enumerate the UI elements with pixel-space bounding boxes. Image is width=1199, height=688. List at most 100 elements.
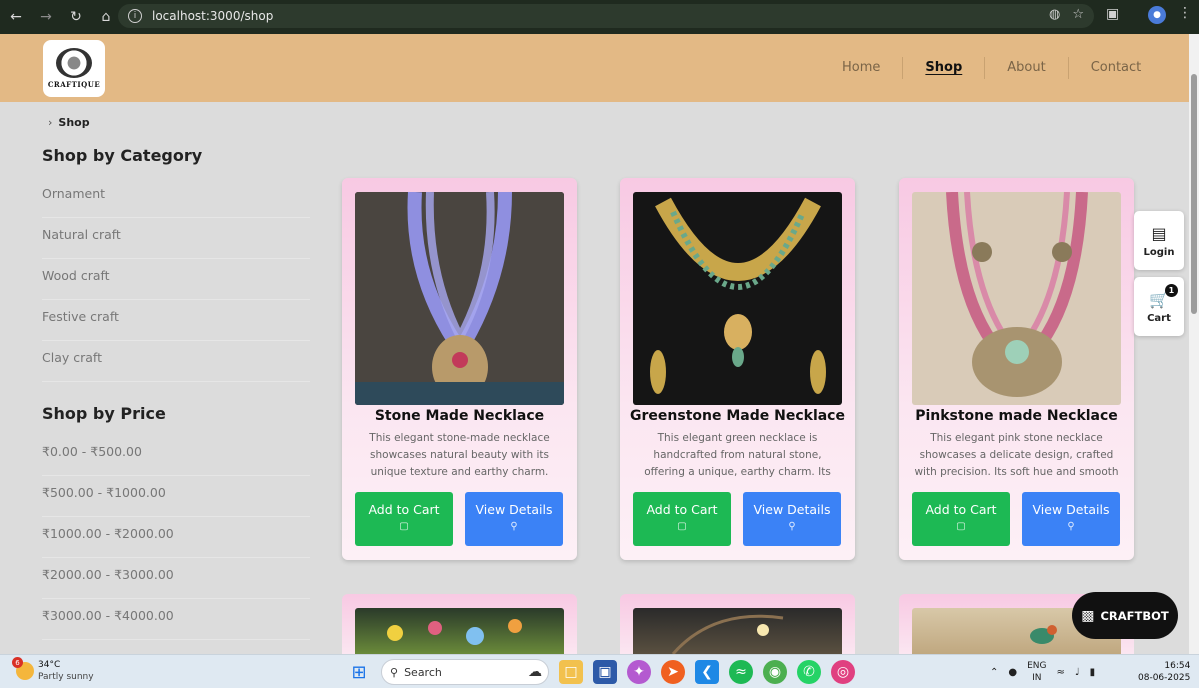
site-logo[interactable]: CRAFTIQUE [43,40,105,97]
product-title: Greenstone Made Necklace [630,408,845,424]
product-description: This elegant green necklace is handcraft… [644,432,831,478]
view-details-button[interactable]: View Details ⚲ [743,492,841,546]
scrollbar-thumb[interactable] [1191,74,1197,314]
nav-home[interactable]: Home [820,56,902,79]
price-item[interactable]: ₹0.00 - ₹500.00 [42,435,310,476]
weather-widget[interactable]: 6 34°C Partly sunny [12,657,94,683]
copilot-icon[interactable]: ✦ [627,660,651,684]
file-explorer-icon[interactable]: □ [559,660,583,684]
browser-toolbar: ← → ↻ ⌂ i localhost:3000/shop ◍ ☆ ▣ ● ⋮ [0,0,1199,34]
search-icon: ⚲ [390,665,399,679]
product-image[interactable] [355,608,564,654]
view-details-button[interactable]: View Details ⚲ [1022,492,1120,546]
magnifier-icon: ⚲ [1067,521,1075,532]
battery-icon[interactable]: ▮ [1090,667,1096,678]
add-to-cart-button[interactable]: Add to Cart ▢ [633,492,731,546]
weather-condition: Partly sunny [38,672,94,682]
app-icon[interactable]: ▣ [593,660,617,684]
eye-off-icon[interactable]: ◍ [1049,7,1060,22]
price-item[interactable]: ₹2000.00 - ₹3000.00 [42,558,310,599]
back-icon[interactable]: ← [2,3,30,31]
extensions-icon[interactable]: ▣ [1106,6,1119,22]
logo-text: CRAFTIQUE [47,80,101,89]
category-item[interactable]: Ornament [42,177,310,218]
spotify-icon[interactable]: ≈ [729,660,753,684]
search-highlight-icon: ☁ [528,664,542,680]
brave-icon[interactable]: ➤ [661,660,685,684]
magnifier-icon: ⚲ [510,521,518,532]
forward-icon[interactable]: → [32,3,60,31]
product-card [620,594,855,654]
weather-icon: 6 [12,657,34,680]
temperature: 34°C [38,660,61,670]
taskbar: 6 34°C Partly sunny ⊞ ⚲ Search ☁ □ ▣ ✦ ➤… [0,654,1199,688]
product-image[interactable] [355,192,564,405]
chrome-icon[interactable]: ◉ [763,660,787,684]
price-item[interactable]: ₹3000.00 - ₹4000.00 [42,599,310,640]
site-header: CRAFTIQUE Home Shop About Contact [0,34,1189,102]
sidebar: Shop by Category Ornament Natural craft … [42,146,310,640]
product-description: This elegant pink stone necklace showcas… [914,432,1119,478]
cart-icon: ▢ [956,521,966,532]
page-scrollbar[interactable] [1189,34,1199,654]
bookmark-star-icon[interactable]: ☆ [1072,7,1084,22]
cart-button[interactable]: 🛒 1 Cart [1134,277,1184,336]
cart-icon: ▢ [677,521,687,532]
date: 08-06-2025 [1138,673,1191,683]
chevron-right-icon: › [48,116,53,129]
menu-icon[interactable]: ⋮ [1178,5,1192,21]
price-item[interactable]: ₹500.00 - ₹1000.00 [42,476,310,517]
login-button[interactable]: ▤ Login [1134,211,1184,270]
product-image[interactable] [633,608,842,654]
robot-icon: ▩ [1081,607,1095,624]
cart-icon: ▢ [399,521,409,532]
category-item[interactable]: Wood craft [42,259,310,300]
price-item[interactable]: ₹1000.00 - ₹2000.00 [42,517,310,558]
vscode-icon[interactable]: ❮ [695,660,719,684]
cart-label: Cart [1147,312,1171,324]
volume-icon[interactable]: ♩ [1075,667,1080,678]
microphone-icon[interactable]: ● [1008,667,1017,678]
product-title: Stone Made Necklace [374,408,545,424]
whatsapp-icon[interactable]: ✆ [797,660,821,684]
app-icon[interactable]: ◎ [831,660,855,684]
product-title: Pinkstone made Necklace [915,408,1118,424]
windows-start-icon[interactable]: ⊞ [347,660,371,684]
nav-shop[interactable]: Shop [903,56,984,79]
address-bar[interactable]: i localhost:3000/shop ◍ ☆ [118,4,1094,28]
chatbot-button[interactable]: ▩ CRAFTBOT [1072,592,1178,639]
product-image[interactable] [633,192,842,405]
reload-icon[interactable]: ↻ [62,3,90,31]
wifi-icon[interactable]: ≈ [1057,667,1065,678]
time: 16:54 [1164,661,1191,671]
product-card: Greenstone Made Necklace This elegant gr… [620,178,855,560]
category-item[interactable]: Festive craft [42,300,310,341]
product-card: Stone Made Necklace This elegant stone-m… [342,178,577,560]
chevron-up-icon[interactable]: ⌃ [990,667,998,678]
language-indicator[interactable]: ENG IN [1027,660,1046,684]
nav-about[interactable]: About [985,56,1067,79]
add-to-cart-button[interactable]: Add to Cart ▢ [355,492,453,546]
lamp-illustration [671,614,784,654]
nav-contact[interactable]: Contact [1069,56,1164,79]
category-item[interactable]: Clay craft [42,341,310,382]
product-description: This elegant stone-made necklace showcas… [369,432,550,478]
home-icon[interactable]: ⌂ [92,3,120,31]
site-info-icon[interactable]: i [128,9,142,23]
chatbot-label: CRAFTBOT [1100,608,1169,623]
magnifier-icon: ⚲ [788,521,796,532]
necklace-illustration [912,192,1121,405]
product-image[interactable] [912,192,1121,405]
login-label: Login [1143,246,1175,258]
url-text: localhost:3000/shop [152,9,274,23]
clock[interactable]: 16:54 08-06-2025 [1138,660,1190,684]
search-placeholder: Search [404,665,442,679]
necklace-illustration [633,192,842,405]
cart-count-badge: 1 [1164,283,1178,297]
category-item[interactable]: Natural craft [42,218,310,259]
login-icon: ▤ [1151,223,1167,243]
profile-avatar[interactable]: ● [1148,6,1166,24]
taskbar-search[interactable]: ⚲ Search ☁ [381,659,549,685]
view-details-button[interactable]: View Details ⚲ [465,492,563,546]
add-to-cart-button[interactable]: Add to Cart ▢ [912,492,1010,546]
